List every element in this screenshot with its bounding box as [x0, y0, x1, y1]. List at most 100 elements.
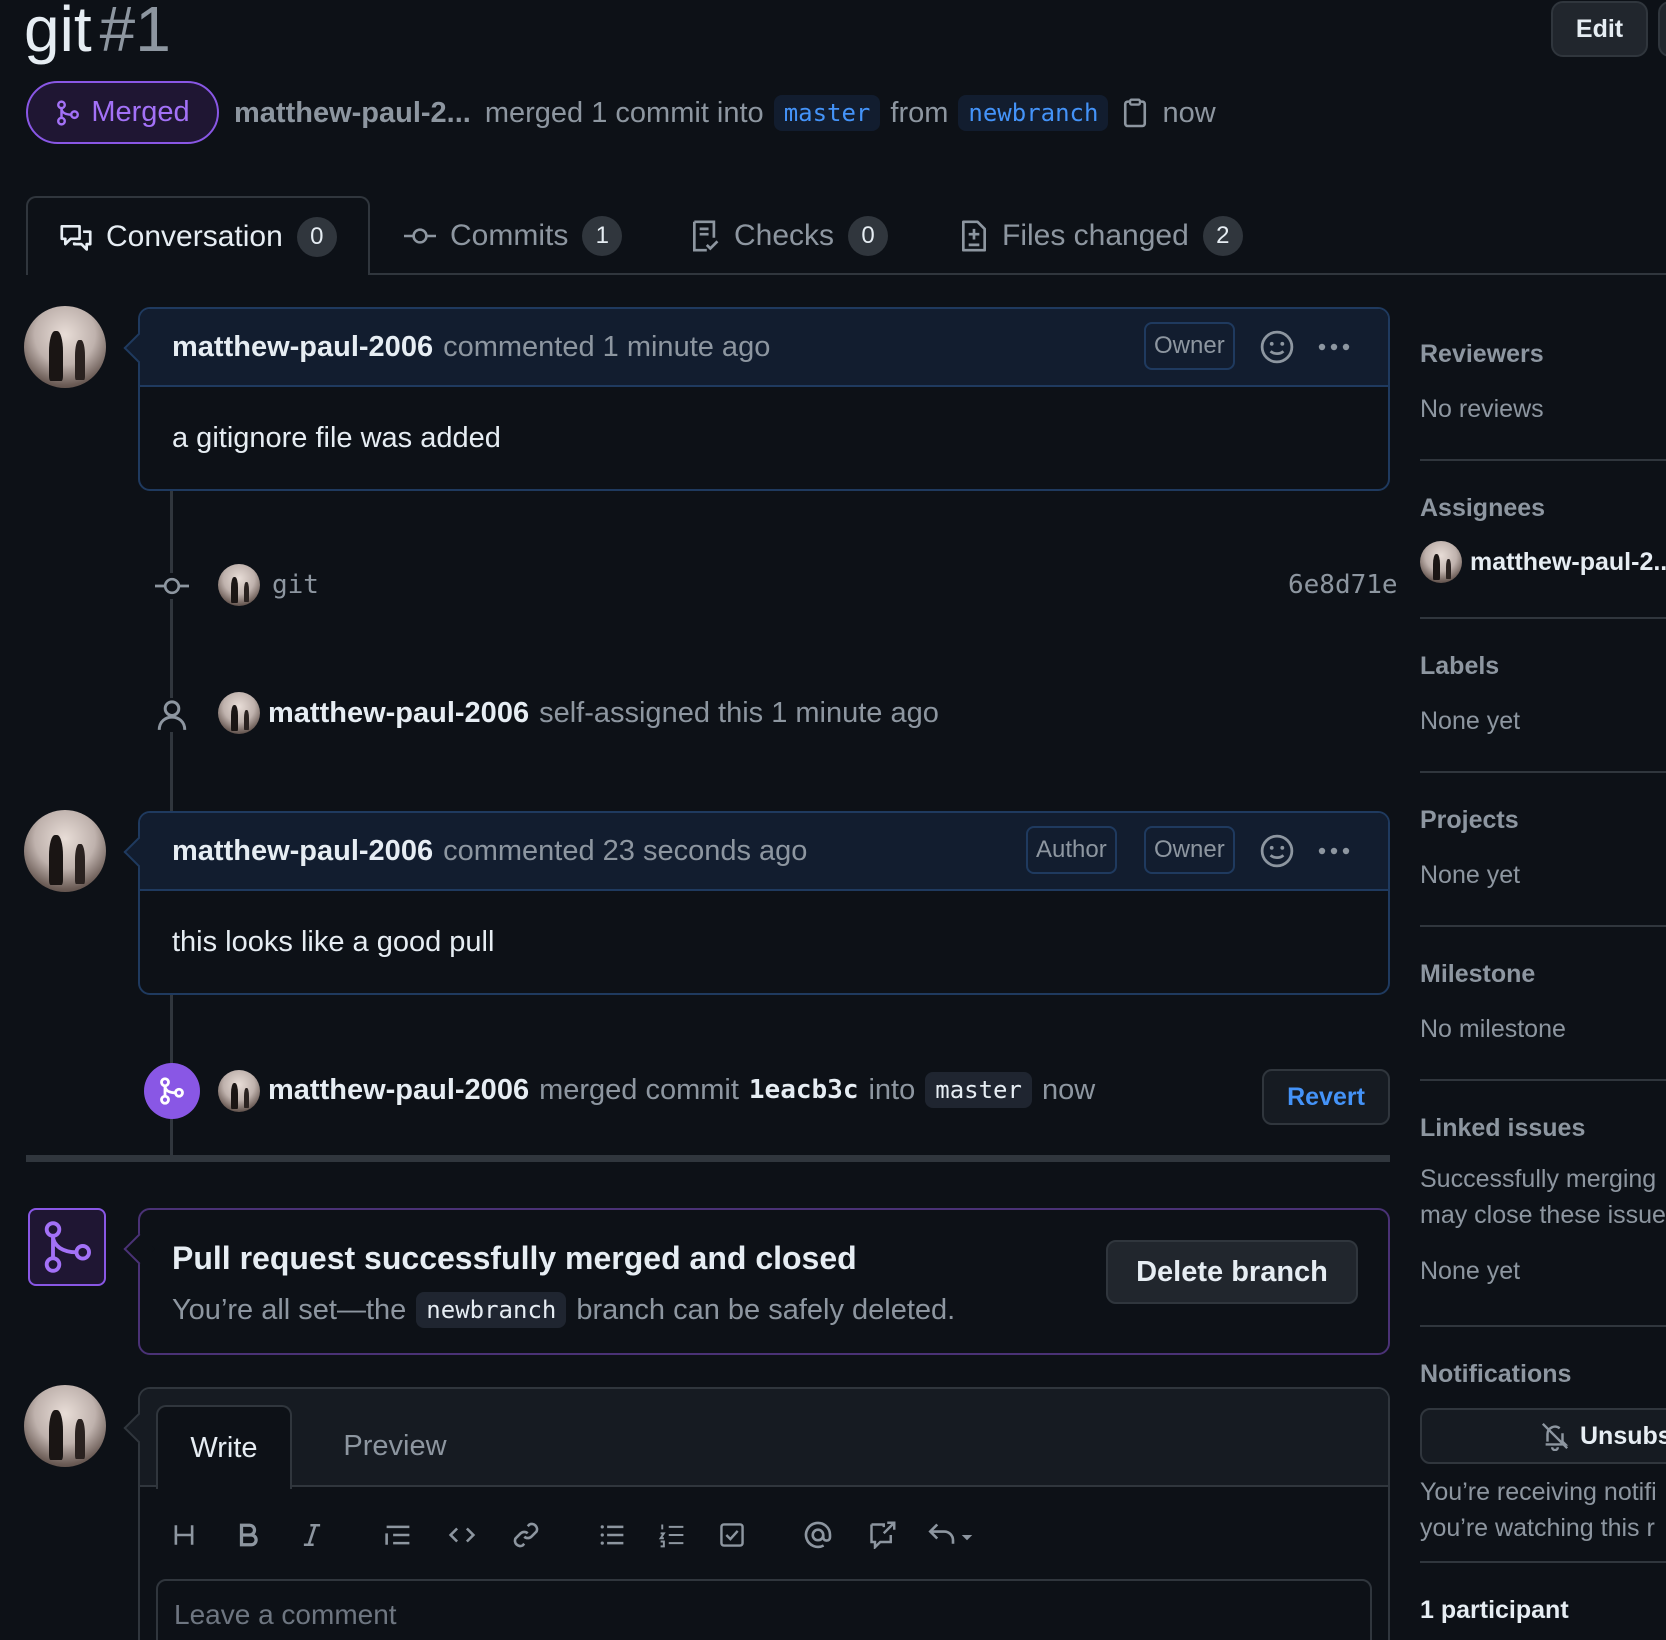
comment-input[interactable]: Leave a comment: [156, 1579, 1372, 1640]
merge-icon: [160, 1077, 184, 1105]
kebab-menu-icon[interactable]: [1316, 330, 1352, 364]
smiley-icon[interactable]: [1260, 834, 1294, 868]
timeline-end-divider: [26, 1155, 1390, 1162]
participants-heading: 1 participant: [1420, 1596, 1569, 1624]
labels-heading[interactable]: Labels: [1420, 652, 1666, 681]
mention-icon[interactable]: [790, 1507, 846, 1563]
merge-author[interactable]: matthew-paul-2006: [268, 1074, 529, 1107]
file-diff-icon: [962, 219, 986, 252]
merge-branch-chip[interactable]: master: [925, 1072, 1032, 1108]
comment-meta[interactable]: commented 23 seconds ago: [443, 835, 807, 868]
unsubscribe-button[interactable]: Unsubs: [1420, 1408, 1666, 1464]
tab-checks-count: 0: [848, 215, 889, 256]
markdown-toolbar: [156, 1497, 1376, 1573]
kebab-menu-icon[interactable]: [1316, 834, 1352, 868]
assign-event: matthew-paul-2006 self-assigned this 1 m…: [268, 690, 939, 736]
avatar[interactable]: [24, 1385, 106, 1467]
tab-conversation[interactable]: Conversation 0: [26, 196, 370, 275]
smiley-icon[interactable]: [1260, 330, 1294, 364]
comment-body: this looks like a good pull: [172, 925, 495, 958]
commit-icon: [155, 573, 189, 599]
revert-button[interactable]: Revert: [1262, 1069, 1390, 1125]
unordered-list-icon[interactable]: [584, 1507, 640, 1563]
merge-into-text: into: [868, 1073, 916, 1106]
comment-header: matthew-paul-2006 commented 1 minute ago…: [140, 309, 1388, 387]
code-icon[interactable]: [434, 1507, 490, 1563]
assignee-name[interactable]: matthew-paul-2...: [1470, 548, 1666, 577]
pr-meta-line: matthew-paul-2... merged 1 commit into m…: [234, 90, 1216, 136]
merge-text: merged commit: [539, 1073, 739, 1106]
from-text: from: [890, 96, 949, 129]
sidebar-reviewers: Reviewers No reviews: [1420, 340, 1666, 427]
merge-icon: [57, 99, 80, 126]
tab-files-changed[interactable]: Files changed 2: [960, 196, 1243, 275]
assignees-heading[interactable]: Assignees: [1420, 494, 1666, 523]
tab-conversation-label: Conversation: [106, 219, 283, 253]
italic-icon[interactable]: [284, 1507, 340, 1563]
merge-icon: [44, 1221, 91, 1273]
checklist-icon: [693, 219, 719, 252]
link-icon[interactable]: [498, 1507, 554, 1563]
notifications-desc-2: you’re watching this r: [1420, 1514, 1655, 1542]
avatar[interactable]: [218, 1070, 260, 1112]
assignee-item[interactable]: matthew-paul-2...: [1420, 541, 1666, 583]
merged-text: merged 1 commit into: [484, 96, 764, 129]
assign-author[interactable]: matthew-paul-2006: [268, 697, 529, 730]
saved-reply-icon[interactable]: [918, 1507, 988, 1563]
sidebar-divider: [1420, 1079, 1666, 1081]
commit-message[interactable]: git: [272, 570, 319, 600]
linked-issues-desc-1: Successfully merging: [1420, 1165, 1657, 1193]
tab-commits[interactable]: Commits 1: [404, 196, 623, 275]
comment-body: a gitignore file was added: [172, 421, 501, 454]
head-branch-chip[interactable]: newbranch: [958, 95, 1109, 131]
reviewers-heading[interactable]: Reviewers: [1420, 340, 1666, 369]
linked-issues-desc-2: may close these issue: [1420, 1201, 1666, 1229]
cross-reference-icon[interactable]: [854, 1507, 910, 1563]
base-branch-chip[interactable]: master: [773, 95, 881, 131]
reviewers-value: No reviews: [1420, 395, 1544, 423]
sidebar-divider: [1420, 1325, 1666, 1327]
unsubscribe-label: Unsubs: [1580, 1421, 1666, 1450]
tab-commits-label: Commits: [450, 218, 569, 252]
copy-icon[interactable]: [1122, 98, 1148, 128]
conversation-icon: [60, 224, 92, 251]
tab-files-changed-count: 2: [1202, 215, 1243, 256]
tab-preview[interactable]: Preview: [320, 1405, 470, 1487]
merge-commit-sha[interactable]: 1eacb3c: [749, 1075, 859, 1105]
quote-icon[interactable]: [370, 1507, 426, 1563]
comment-meta[interactable]: commented 1 minute ago: [443, 331, 770, 364]
code-button[interactable]: [1658, 1, 1666, 57]
heading-icon[interactable]: [156, 1507, 212, 1563]
tab-checks-label: Checks: [734, 218, 835, 252]
task-list-icon[interactable]: [704, 1507, 760, 1563]
projects-heading[interactable]: Projects: [1420, 806, 1666, 835]
merged-branch-chip[interactable]: newbranch: [416, 1292, 567, 1328]
merge-event: matthew-paul-2006 merged commit 1eacb3c …: [268, 1067, 1095, 1113]
assign-text: self-assigned this 1 minute ago: [539, 696, 939, 729]
milestone-heading[interactable]: Milestone: [1420, 960, 1666, 989]
tab-write[interactable]: Write: [156, 1405, 292, 1489]
delete-branch-button[interactable]: Delete branch: [1106, 1240, 1358, 1304]
pr-author-link[interactable]: matthew-paul-2...: [234, 97, 471, 130]
linked-issues-heading[interactable]: Linked issues: [1420, 1114, 1666, 1143]
ordered-list-icon[interactable]: [644, 1507, 700, 1563]
edit-button[interactable]: Edit: [1551, 1, 1648, 57]
merged-subtitle: You’re all set—the newbranch branch can …: [172, 1292, 955, 1328]
avatar[interactable]: [218, 564, 260, 606]
avatar[interactable]: [24, 810, 106, 892]
tab-checks[interactable]: Checks 0: [690, 196, 889, 275]
comment-composer: Write Preview Leave a comment: [138, 1387, 1390, 1640]
sidebar-divider: [1420, 617, 1666, 619]
commit-sha[interactable]: 6e8d71e: [1288, 570, 1398, 600]
pr-number: #1: [99, 0, 171, 65]
tab-conversation-count: 0: [296, 216, 337, 257]
bold-icon[interactable]: [220, 1507, 276, 1563]
avatar[interactable]: [24, 306, 106, 388]
comment-author[interactable]: matthew-paul-2006: [172, 331, 433, 364]
comment-author[interactable]: matthew-paul-2006: [172, 835, 433, 868]
linked-issues-value: None yet: [1420, 1257, 1521, 1285]
comment-header: matthew-paul-2006 commented 23 seconds a…: [140, 813, 1388, 891]
sidebar-linked-issues: Linked issues Successfully merging may c…: [1420, 1114, 1666, 1289]
sidebar-participants: 1 participant: [1420, 1596, 1666, 1625]
avatar[interactable]: [218, 692, 260, 734]
